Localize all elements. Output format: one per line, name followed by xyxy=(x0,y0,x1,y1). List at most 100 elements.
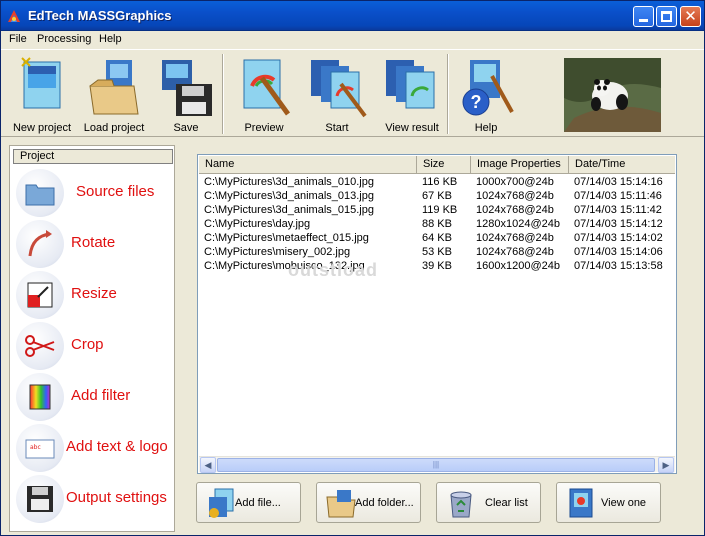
task-label: Output settings xyxy=(66,489,167,506)
cell-size: 39 KB xyxy=(422,260,452,272)
menu-processing[interactable]: Processing xyxy=(37,33,91,45)
task-label: Add text & logo xyxy=(66,438,168,455)
horizontal-scrollbar[interactable]: ◀ ||| ▶ xyxy=(199,456,675,473)
task-rotate[interactable]: Rotate xyxy=(16,220,172,268)
floppy-icon xyxy=(27,486,53,512)
cell-name: C:\MyPictures\3d_animals_010.jpg xyxy=(204,176,374,188)
new-project-button[interactable]: New project xyxy=(7,54,77,138)
cell-size: 53 KB xyxy=(422,246,452,258)
start-label: Start xyxy=(325,122,349,134)
cell-image-properties: 1000x700@24b xyxy=(476,176,554,188)
clear-list-button[interactable]: Clear list xyxy=(436,482,541,523)
maximize-button[interactable] xyxy=(656,6,677,27)
task-label: Source files xyxy=(76,183,155,200)
view-result-button[interactable]: View result xyxy=(379,54,445,138)
table-row[interactable]: C:\MyPictures\3d_animals_015.jpg 119 KB 10… xyxy=(199,203,675,217)
app-icon xyxy=(8,10,20,22)
task-add-text-logo[interactable]: abc Add text & logo xyxy=(16,424,172,472)
cell-size: 119 KB xyxy=(422,204,458,216)
table-row[interactable]: C:\MyPictures\3d_animals_010.jpg 116 KB 10… xyxy=(199,175,675,189)
load-project-button[interactable]: Load project xyxy=(81,54,147,138)
cell-date-time: 07/14/03 15:14:06 xyxy=(574,246,663,258)
table-row[interactable]: C:\MyPictures\metaeffect_015.jpg 64 KB 102… xyxy=(199,231,675,245)
table-row[interactable]: C:\MyPictures\3d_animals_013.jpg 67 KB 102… xyxy=(199,189,675,203)
task-resize[interactable]: Resize xyxy=(16,271,172,319)
cell-date-time: 07/14/03 15:13:58 xyxy=(574,260,663,272)
table-row[interactable]: C:\MyPictures\misery_002.jpg 53 KB 1024x76… xyxy=(199,245,675,259)
scissors-icon xyxy=(25,335,55,357)
task-crop[interactable]: Crop xyxy=(16,322,172,370)
view-result-icon xyxy=(386,60,435,109)
cell-size: 88 KB xyxy=(422,218,452,230)
preview-button[interactable]: Preview xyxy=(231,54,297,138)
cell-name: C:\MyPictures\3d_animals_013.jpg xyxy=(204,190,374,202)
cell-name: C:\MyPictures\day.jpg xyxy=(204,218,311,230)
list-rows: C:\MyPictures\3d_animals_010.jpg 116 KB 10… xyxy=(199,175,675,273)
toolbar-separator xyxy=(447,54,449,134)
minimize-icon xyxy=(639,19,648,22)
minimize-button[interactable] xyxy=(633,6,654,27)
help-icon: ? xyxy=(462,60,514,116)
preview-icon xyxy=(243,59,291,116)
new-project-icon xyxy=(21,57,61,109)
view-one-button[interactable]: View one xyxy=(556,482,661,523)
menu-bar: File Processing Help xyxy=(1,31,704,49)
column-header-date-time[interactable]: Date/Time xyxy=(569,156,675,174)
app-window: EdTech MASSGraphics ✕ File Processing He… xyxy=(0,0,705,536)
table-row[interactable]: C:\MyPictures\day.jpg 88 KB 1280x1024@24b 0… xyxy=(199,217,675,231)
add-file-icon xyxy=(209,488,234,518)
toolbar: New project Load project Save Preview St… xyxy=(1,49,704,137)
column-header-name[interactable]: Name xyxy=(199,156,417,174)
view-one-icon xyxy=(569,488,593,518)
rotate-icon xyxy=(28,230,52,257)
close-button[interactable]: ✕ xyxy=(680,6,701,27)
column-header-size[interactable]: Size xyxy=(417,156,471,174)
toolbar-separator xyxy=(222,54,224,134)
cell-image-properties: 1024x768@24b xyxy=(476,246,554,258)
cell-date-time: 07/14/03 15:11:42 xyxy=(574,204,662,216)
new-project-label: New project xyxy=(12,122,72,134)
table-row[interactable]: C:\MyPictures\mobuisco_132.jpg 39 KB 1600x… xyxy=(199,259,675,273)
task-label: Resize xyxy=(71,285,117,302)
title-bar[interactable]: EdTech MASSGraphics ✕ xyxy=(1,1,704,31)
save-label: Save xyxy=(173,122,199,134)
help-button[interactable]: ? Help xyxy=(456,54,516,138)
task-add-filter[interactable]: Add filter xyxy=(16,373,172,421)
save-icon xyxy=(162,60,212,116)
task-output-settings[interactable]: Output settings xyxy=(16,475,172,523)
preview-label: Preview xyxy=(244,122,284,134)
cell-image-properties: 1024x768@24b xyxy=(476,204,554,216)
view-result-label: View result xyxy=(385,122,439,134)
cell-name: C:\MyPictures\3d_animals_015.jpg xyxy=(204,204,374,216)
cell-date-time: 07/14/03 15:11:46 xyxy=(574,190,662,202)
task-label: Add filter xyxy=(71,387,131,404)
menu-file[interactable]: File xyxy=(9,33,27,45)
clear-list-label: Clear list xyxy=(485,497,528,509)
text-logo-icon: abc xyxy=(25,439,55,459)
panda-image xyxy=(564,58,661,132)
column-header-image-properties[interactable]: Image Properties xyxy=(471,156,569,174)
start-icon xyxy=(311,60,367,118)
view-one-label: View one xyxy=(601,497,647,509)
folder-icon xyxy=(25,184,55,206)
file-list[interactable]: Name Size Image Properties Date/Time C:\… xyxy=(197,154,677,474)
save-button[interactable]: Save xyxy=(156,54,216,138)
cell-image-properties: 1280x1024@24b xyxy=(476,218,560,230)
scroll-thumb[interactable]: ||| xyxy=(217,458,655,472)
scroll-right-arrow[interactable]: ▶ xyxy=(658,457,674,473)
project-panel: Project Source files Rotate Resize Crop … xyxy=(9,145,175,532)
close-icon: ✕ xyxy=(684,8,697,25)
add-file-button[interactable]: Add file... xyxy=(196,482,301,523)
menu-help[interactable]: Help xyxy=(99,33,122,45)
start-button[interactable]: Start xyxy=(306,54,368,138)
scroll-left-arrow[interactable]: ◀ xyxy=(200,457,216,473)
filter-icon xyxy=(29,384,51,410)
task-label: Crop xyxy=(71,336,104,353)
watermark: outstload xyxy=(288,260,378,280)
svg-text:abc: abc xyxy=(30,444,41,451)
cell-date-time: 07/14/03 15:14:02 xyxy=(574,232,663,244)
task-source-files[interactable]: Source files xyxy=(16,169,172,217)
add-folder-button[interactable]: Add folder... xyxy=(316,482,421,523)
cell-date-time: 07/14/03 15:14:12 xyxy=(574,218,663,230)
cell-image-properties: 1024x768@24b xyxy=(476,232,554,244)
